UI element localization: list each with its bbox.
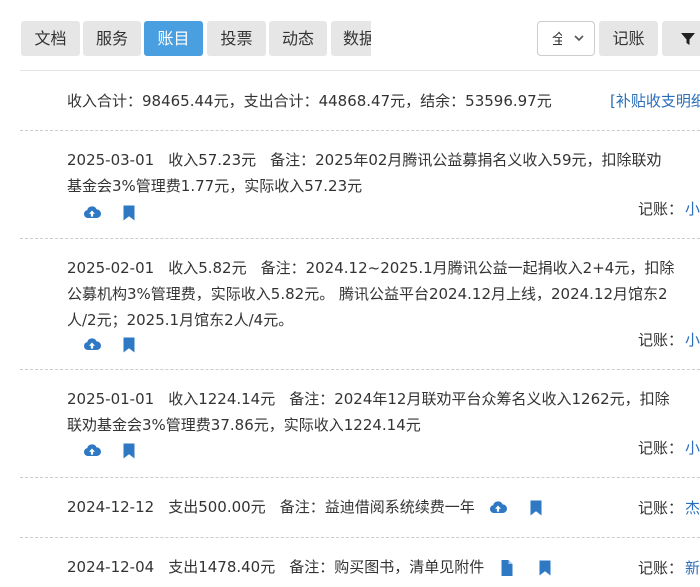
entry-date: 2024-12-12 <box>67 498 155 516</box>
entry-line: 2024-12-12 支出500.00元 备注：益迪借阅系统续费一年 <box>67 494 700 521</box>
chevron-down-icon <box>574 35 584 42</box>
entry-recorder: 记账：杰 <box>638 497 700 518</box>
recorder-label: 记账： <box>638 439 684 457</box>
entry-icons <box>83 331 152 352</box>
entry-recorder: 记账：小 <box>638 198 700 219</box>
file-icon[interactable] <box>498 559 516 577</box>
entry-icons <box>83 437 152 458</box>
tab-accounts[interactable]: 账目 <box>144 21 203 56</box>
recorder-name[interactable]: 杰 <box>685 499 700 517</box>
cloud-upload-icon[interactable] <box>489 499 507 517</box>
entry-note-line: 联劝基金会3%管理费37.86元，实际收入1224.14元 <box>67 416 421 434</box>
tab-activity[interactable]: 动态 <box>269 21 327 56</box>
recorder-label: 记账： <box>638 559 684 577</box>
entry-note: 备注：购买图书，清单见附件 <box>289 558 485 576</box>
entry-icons <box>498 555 574 581</box>
bookmark-icon[interactable] <box>120 336 138 354</box>
entry-recorder: 记账：小 <box>638 437 700 458</box>
entry-note-line: 人/2元；2025.1月馆东2人/4元。 <box>67 311 294 329</box>
entry-note-line: 公募机构3%管理费，实际收入5.82元。 腾讯公益平台2024.12月上线，20… <box>67 285 668 303</box>
entry-amount: 收入5.82元 <box>168 259 247 277</box>
ledger-entry: 2025-01-01 收入1224.14元 备注：2024年12月联劝平台众筹名义收… <box>67 386 700 471</box>
tab-data[interactable]: 数据 <box>331 21 371 56</box>
divider <box>20 130 700 131</box>
entry-note: 备注：2024.12~2025.1月腾讯公益一起捐收入2+4元，扣除 <box>260 259 675 277</box>
ledger-page: 文档 服务 账目 投票 动态 数据 全部 记账 收入合计：98465.44元，支… <box>0 0 700 587</box>
range-select[interactable]: 全部 <box>537 21 595 56</box>
entry-line: 2025-01-01 收入1224.14元 备注：2024年12月联劝平台众筹名义收… <box>67 386 700 412</box>
bookmark-icon[interactable] <box>120 204 138 222</box>
recorder-label: 记账： <box>638 499 684 517</box>
recorder-name[interactable]: 小 <box>685 200 700 218</box>
ledger-entry: 2024-12-12 支出500.00元 备注：益迪借阅系统续费一年 <box>67 494 700 524</box>
filter-button[interactable] <box>662 21 700 56</box>
divider <box>20 537 700 538</box>
entry-amount: 收入57.23元 <box>168 151 257 169</box>
tab-bar: 文档 服务 账目 投票 动态 数据 全部 记账 <box>0 0 700 70</box>
divider <box>20 70 700 71</box>
entry-note: 备注：2025年02月腾讯公益募捐名义收入59元，扣除联劝 <box>270 151 662 169</box>
entry-line: 2024-12-04 支出1478.40元 备注：购买图书，清单见附件 <box>67 554 700 581</box>
recorder-name[interactable]: 小 <box>685 439 700 457</box>
bookmark-icon[interactable] <box>527 499 545 517</box>
recorder-name[interactable]: 小 <box>685 331 700 349</box>
tab-votes[interactable]: 投票 <box>207 21 266 56</box>
subsidy-detail-link[interactable]: [补贴收支明细] <box>610 90 700 111</box>
cloud-upload-icon[interactable] <box>83 204 101 222</box>
entry-amount: 支出1478.40元 <box>168 558 276 576</box>
bookmark-icon[interactable] <box>536 559 554 577</box>
ledger-entry: 2025-03-01 收入57.23元 备注：2025年02月腾讯公益募捐名义收入5… <box>67 147 700 232</box>
entry-date: 2025-03-01 <box>67 151 155 169</box>
entry-note: 备注：益迪借阅系统续费一年 <box>279 498 475 516</box>
entry-note-line: 基金会3%管理费1.77元，实际收入57.23元 <box>67 177 363 195</box>
entry-recorder: 记账：小 <box>638 329 700 350</box>
entry-icons <box>83 199 152 220</box>
ledger-entry: 2025-02-01 收入5.82元 备注：2024.12~2025.1月腾讯公益一… <box>67 255 700 365</box>
entry-line: 2025-03-01 收入57.23元 备注：2025年02月腾讯公益募捐名义收入5… <box>67 147 700 173</box>
divider <box>20 369 700 370</box>
entry-note: 备注：2024年12月联劝平台众筹名义收入1262元，扣除 <box>289 390 670 408</box>
ledger-entry: 2024-12-04 支出1478.40元 备注：购买图书，清单见附件 <box>67 554 700 584</box>
divider <box>20 238 700 239</box>
entry-date: 2025-01-01 <box>67 390 155 408</box>
range-select-value: 全部 <box>552 29 562 49</box>
recorder-name[interactable]: 新 <box>685 559 700 577</box>
recorder-label: 记账： <box>638 200 684 218</box>
entry-line: 2025-02-01 收入5.82元 备注：2024.12~2025.1月腾讯公益一… <box>67 255 700 281</box>
tab-docs[interactable]: 文档 <box>21 21 80 56</box>
filter-icon <box>681 33 695 45</box>
cloud-upload-icon[interactable] <box>83 442 101 460</box>
summary-row: 收入合计：98465.44元，支出合计：44868.47元，结余：53596.9… <box>67 90 700 111</box>
summary-totals: 收入合计：98465.44元，支出合计：44868.47元，结余：53596.9… <box>67 92 552 110</box>
entry-icons <box>489 495 565 521</box>
entry-date: 2025-02-01 <box>67 259 155 277</box>
entry-recorder: 记账：新 <box>638 557 700 578</box>
record-button[interactable]: 记账 <box>599 21 658 56</box>
bookmark-icon[interactable] <box>120 442 138 460</box>
recorder-label: 记账： <box>638 331 684 349</box>
divider <box>20 477 700 478</box>
entry-amount: 支出500.00元 <box>168 498 266 516</box>
cloud-upload-icon[interactable] <box>83 336 101 354</box>
entry-amount: 收入1224.14元 <box>168 390 276 408</box>
entry-date: 2024-12-04 <box>67 558 155 576</box>
tab-services[interactable]: 服务 <box>83 21 141 56</box>
